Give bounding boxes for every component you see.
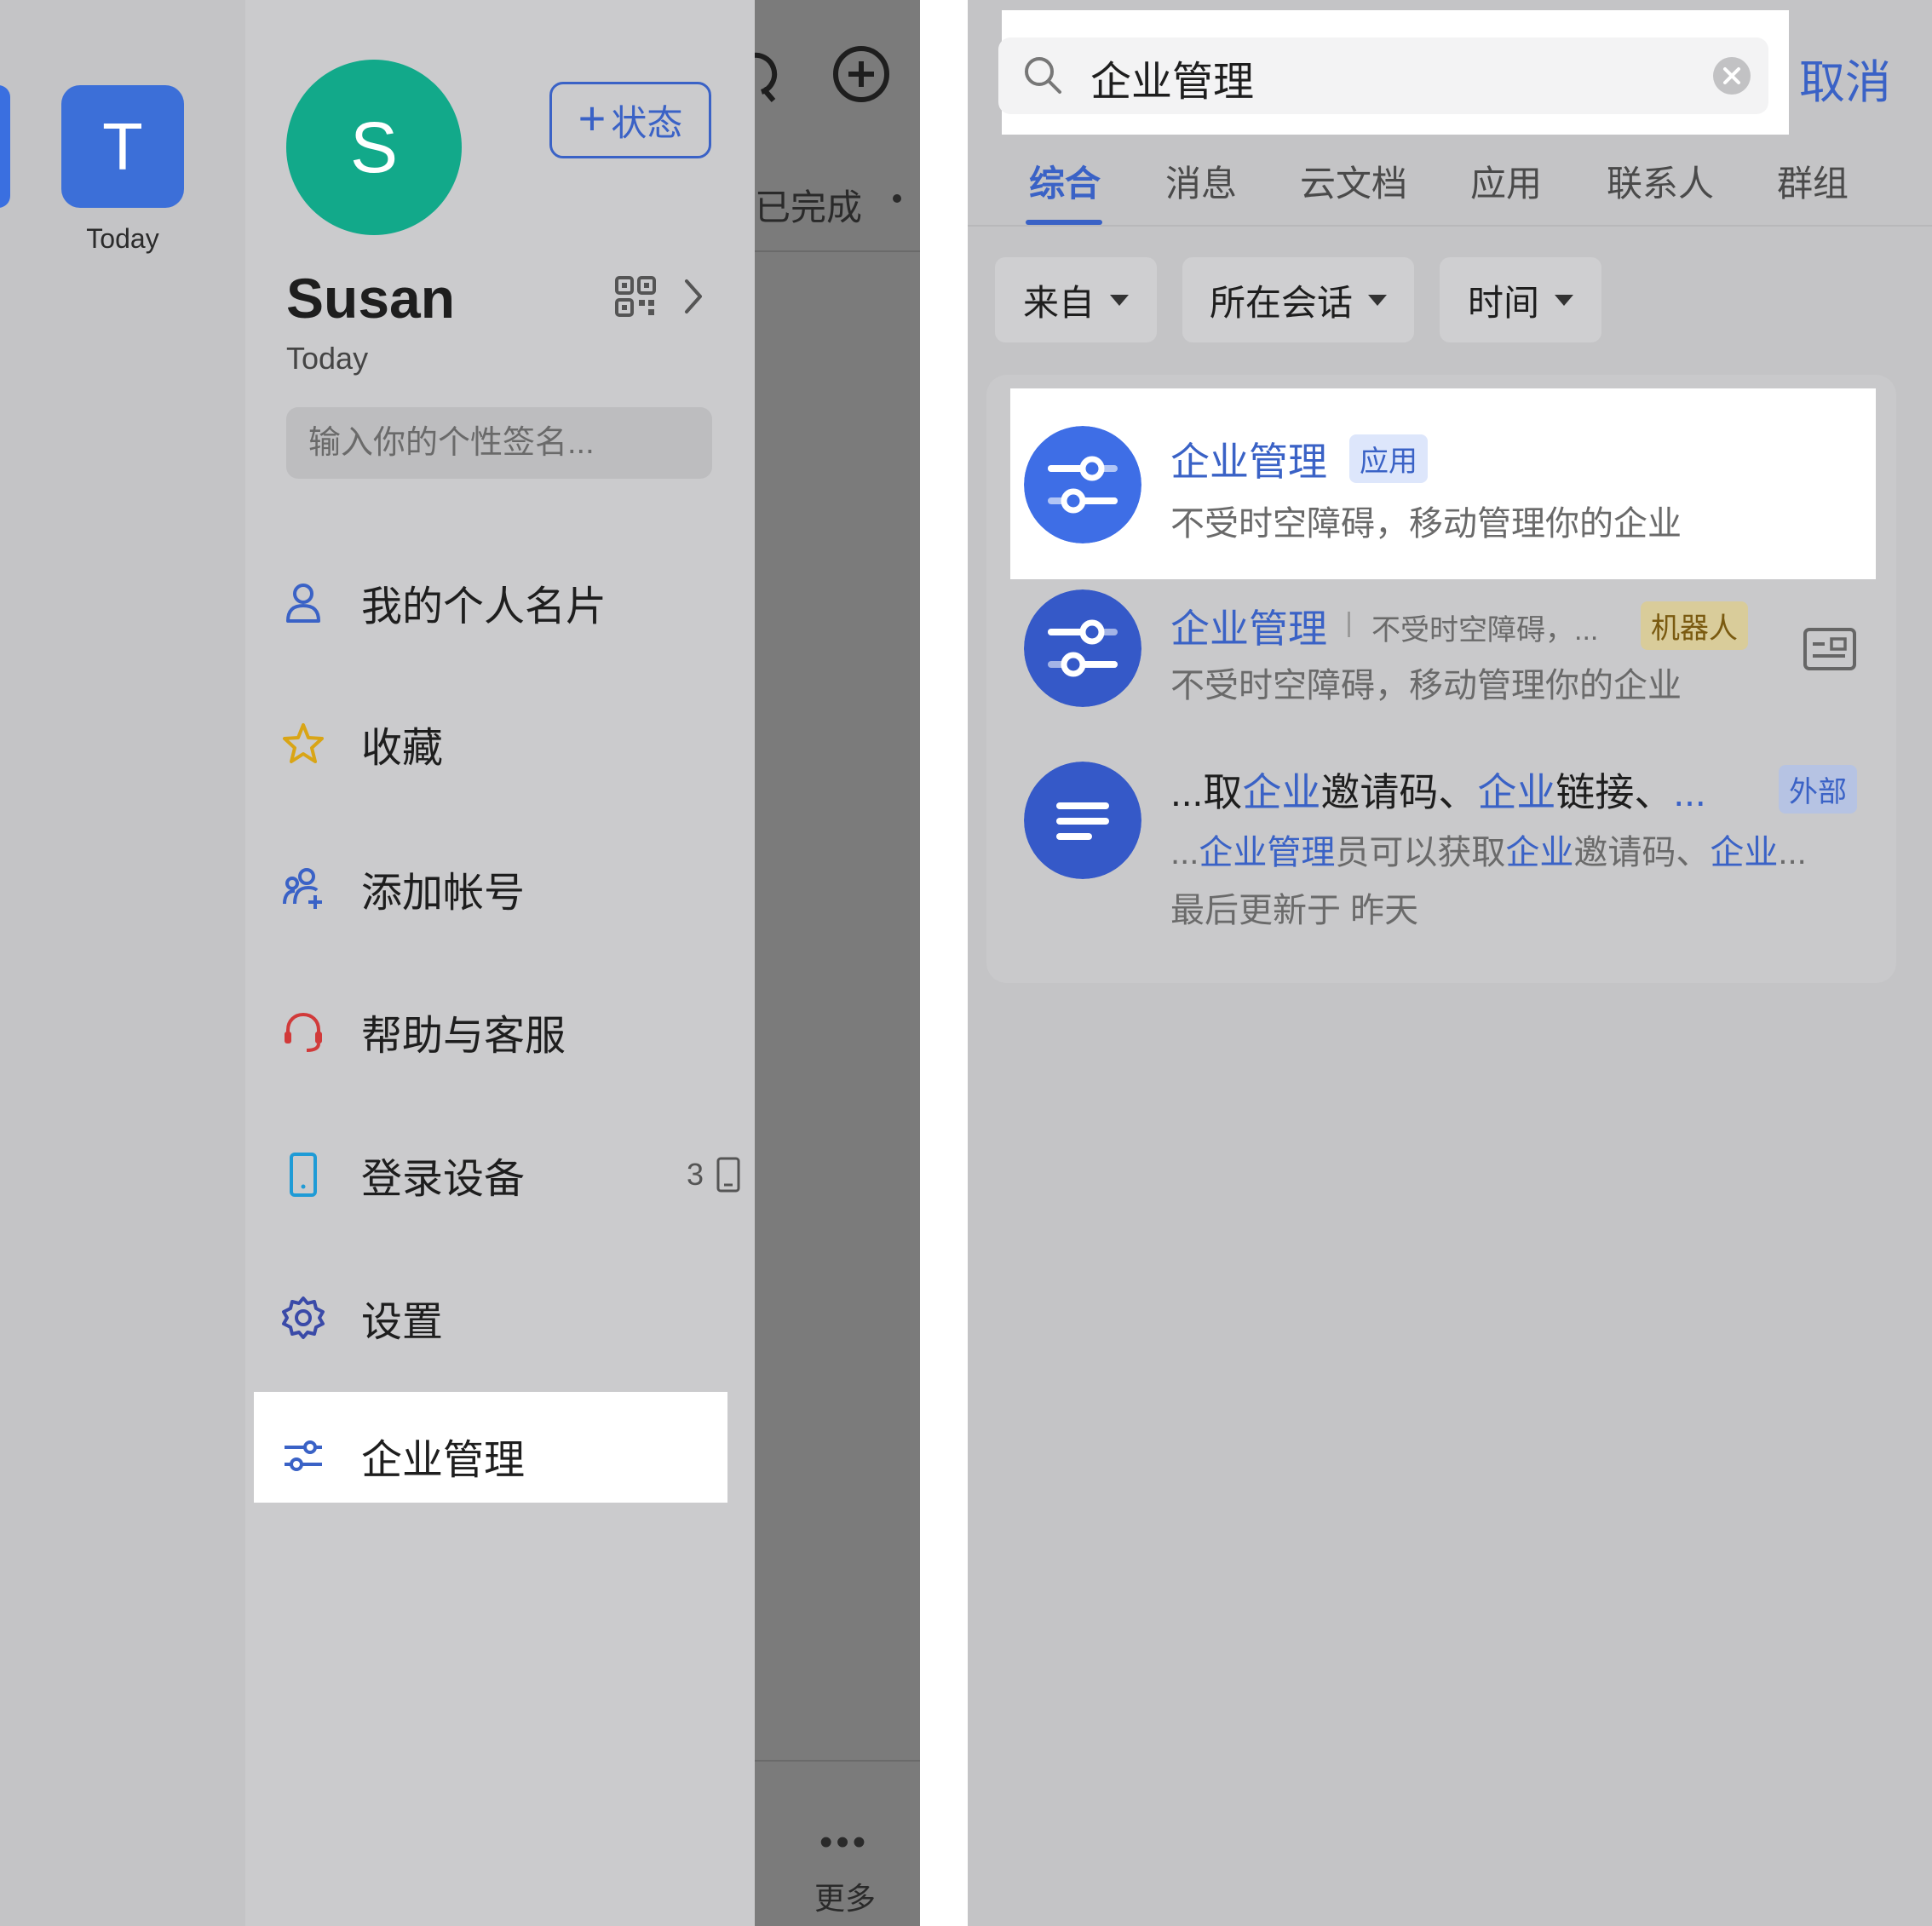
menu-item-my-card[interactable]: 我的个人名片: [281, 555, 741, 649]
filter-label: 所在会话: [1209, 282, 1353, 323]
tag-app: 应用: [1349, 434, 1428, 483]
menu-item-enterprise-admin[interactable]: 企业管理: [281, 1409, 741, 1503]
avatar[interactable]: S: [286, 60, 462, 235]
filter-from[interactable]: 来自: [995, 257, 1157, 342]
gear-icon: [282, 1296, 325, 1339]
status-button-label: 状态: [611, 102, 683, 143]
tab-contacts[interactable]: 联系人: [1607, 155, 1714, 207]
caret-down-icon: [1110, 294, 1129, 306]
filter-time[interactable]: 时间: [1440, 257, 1601, 342]
more-icon: •••: [819, 1821, 870, 1863]
tag-bot: 机器人: [1641, 601, 1748, 650]
filter-label: 来自: [1022, 282, 1095, 323]
title-part-highlight: 企业: [1477, 770, 1556, 814]
menu-item-label: 我的个人名片: [361, 584, 607, 630]
tab-messages[interactable]: 消息: [1165, 155, 1237, 207]
user-name: Susan: [286, 267, 456, 330]
plus-circle-icon: [833, 46, 889, 102]
plus-icon: +: [578, 91, 607, 145]
filter-label: 时间: [1467, 282, 1539, 323]
headset-icon: [285, 1012, 322, 1052]
menu-item-label: 收藏: [361, 726, 444, 771]
search-input[interactable]: [1089, 46, 1705, 109]
snippet-part-highlight: 企业管理: [1199, 834, 1336, 871]
filter-chat[interactable]: 所在会话: [1182, 257, 1414, 342]
phone-icon: [290, 1153, 317, 1197]
snippet-part: ...: [1778, 834, 1807, 871]
caret-down-icon: [1368, 294, 1387, 306]
chevron-right-icon[interactable]: [681, 278, 705, 315]
done-text: 已完成: [755, 187, 863, 227]
dot-indicator: [893, 194, 901, 203]
title-part-highlight: 企业: [1242, 770, 1321, 814]
tag-external: 外部: [1779, 765, 1857, 814]
search-icon: [1025, 57, 1061, 94]
tab-all[interactable]: 综合: [1029, 155, 1101, 207]
snippet-part-highlight: 企业: [1505, 834, 1574, 871]
user-subtitle: Today: [286, 341, 369, 376]
title-part: ...取: [1170, 770, 1243, 814]
separator: [1348, 612, 1350, 637]
signature-input[interactable]: [286, 407, 712, 479]
snippet-part: ...: [1170, 834, 1199, 871]
menu-item-favorites[interactable]: 收藏: [281, 697, 741, 791]
sliders-icon: [285, 1440, 322, 1471]
result-title: ...取企业邀请码、企业链接、...: [1170, 762, 1706, 818]
tab-apps[interactable]: 应用: [1470, 155, 1542, 207]
contact-card-icon[interactable]: [1803, 627, 1857, 671]
divider: [968, 225, 1932, 227]
menu-item-label: 企业管理: [361, 1438, 526, 1483]
workspace-label: Today: [86, 223, 159, 254]
tab-groups[interactable]: 群组: [1777, 155, 1849, 207]
enterprise-app-icon: [1024, 426, 1141, 543]
status-button[interactable]: + 状态: [549, 82, 711, 158]
snippet-part-highlight: 企业: [1710, 834, 1779, 871]
menu-item-label: 设置: [361, 1300, 444, 1345]
menu-item-settings[interactable]: 设置: [281, 1271, 741, 1365]
result-updated: 最后更新于 昨天: [1170, 892, 1419, 929]
avatar-initial: S: [349, 106, 399, 187]
title-part: 邀请码、: [1320, 770, 1478, 814]
workspace-initial: T: [102, 108, 143, 184]
device-count: 3: [687, 1156, 741, 1193]
device-icon: [716, 1157, 740, 1193]
tab-docs[interactable]: 云文档: [1300, 155, 1407, 207]
workspace-tile[interactable]: T: [61, 85, 184, 208]
divider: [755, 1760, 920, 1762]
more-label: 更多: [814, 1881, 877, 1916]
result-snippet: ...企业管理员可以获取企业邀请码、企业...: [1170, 825, 1807, 874]
menu-item-login-devices[interactable]: 登录设备 3: [281, 1128, 741, 1222]
result-subtitle: 不受时空障碍，移动管理你的企业: [1170, 505, 1682, 543]
divider: [755, 250, 920, 252]
workspace-tile-partial[interactable]: [0, 85, 10, 208]
enterprise-bot-icon: [1024, 589, 1141, 707]
star-icon: [283, 723, 324, 763]
add-account-icon: [283, 868, 322, 909]
qr-code-icon[interactable]: [615, 276, 656, 317]
result-subtitle: 不受时空障碍，移动管理你的企业: [1170, 667, 1682, 704]
menu-item-label: 登录设备: [361, 1157, 526, 1202]
result-title: 企业管理: [1170, 607, 1327, 651]
workspace-rail: [0, 0, 245, 1926]
device-count-value: 3: [686, 1157, 704, 1192]
menu-item-label: 帮助与客服: [361, 1014, 566, 1059]
cancel-button[interactable]: 取消: [1799, 44, 1891, 112]
snippet-part: 邀请码、: [1573, 834, 1711, 871]
snippet-part: 员可以获取: [1335, 834, 1506, 871]
document-icon: [1024, 762, 1141, 879]
menu-item-add-account[interactable]: 添加帐号: [281, 842, 741, 935]
caret-down-icon: [1555, 294, 1573, 306]
dimmed-background[interactable]: [755, 0, 920, 1926]
result-title: 企业管理: [1170, 440, 1327, 484]
search-icon: [755, 52, 778, 102]
person-icon: [286, 584, 320, 623]
menu-item-label: 添加帐号: [361, 871, 526, 916]
result-description: 不受时空障碍，...: [1371, 614, 1599, 647]
title-part-highlight: ...: [1673, 770, 1706, 814]
clear-icon[interactable]: [1712, 56, 1751, 95]
menu-item-help[interactable]: 帮助与客服: [281, 985, 741, 1078]
title-part: 链接、: [1555, 770, 1674, 814]
